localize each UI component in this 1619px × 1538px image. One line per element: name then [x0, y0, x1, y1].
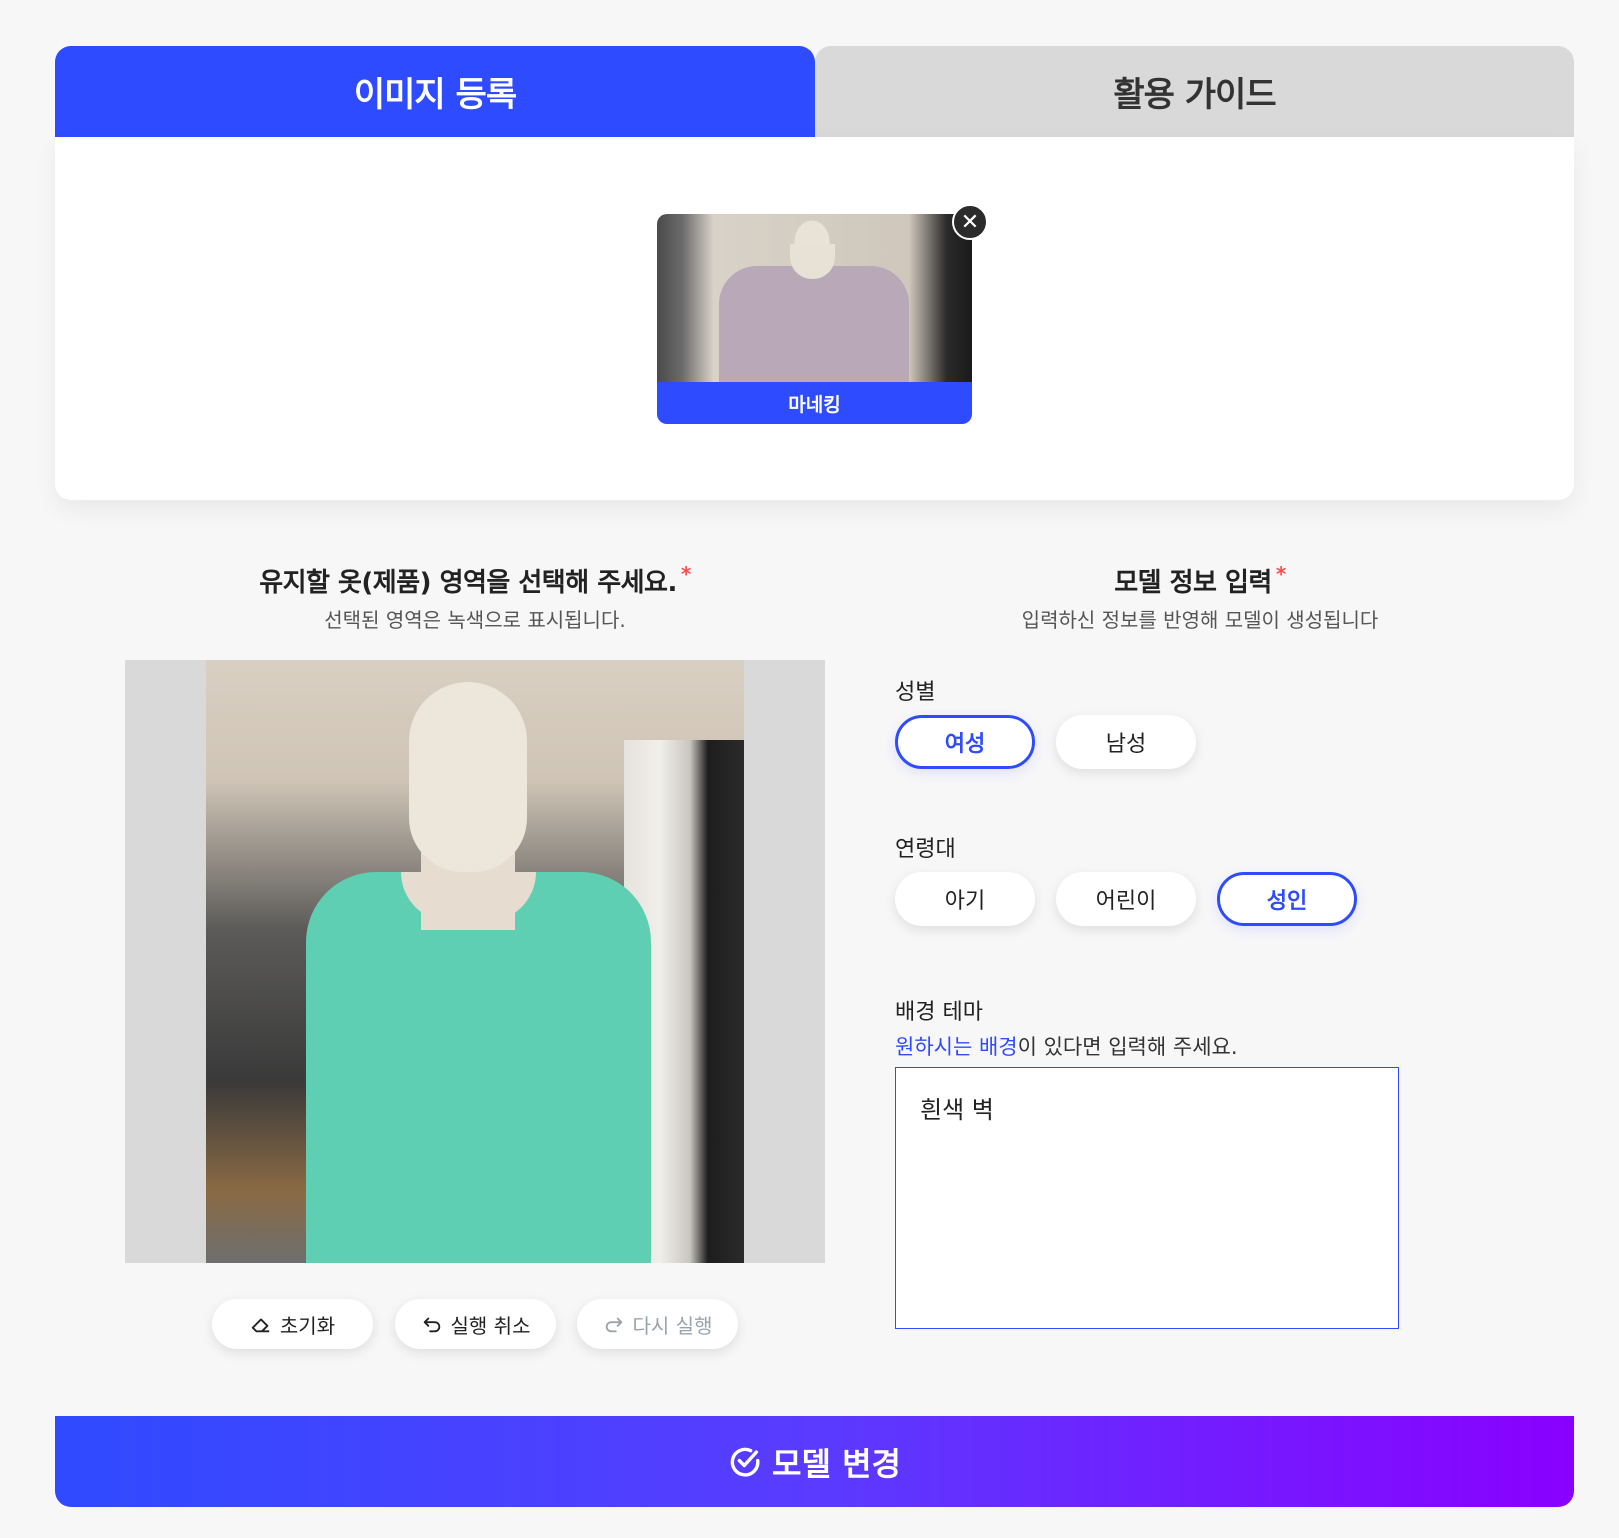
undo-icon	[423, 1317, 440, 1333]
check-circle-icon	[730, 1447, 760, 1477]
thumbnail-shirt	[719, 266, 909, 382]
gender-option-female[interactable]: 여성	[895, 715, 1035, 769]
redo-button[interactable]: 다시 실행	[577, 1299, 738, 1349]
mannequin-photo[interactable]	[206, 660, 744, 1263]
mannequin-head	[409, 682, 527, 872]
redo-label: 다시 실행	[632, 1313, 713, 1338]
background-label: 배경 테마	[895, 1000, 983, 1025]
background-hint-accent: 원하시는 배경	[895, 1035, 1018, 1059]
change-model-label: 모델 변경	[772, 1444, 901, 1483]
left-panel-subtitle: 선택된 영역은 녹색으로 표시됩니다.	[324, 608, 626, 632]
editor-section: 유지할 옷(제품) 영역을 선택해 주세요. * 선택된 영역은 녹색으로 표시됩…	[55, 500, 1574, 1415]
tab-bar: 이미지 등록 활용 가이드	[55, 46, 1574, 137]
tab-usage-guide[interactable]: 활용 가이드	[815, 46, 1574, 137]
change-model-button[interactable]: 모델 변경	[55, 1416, 1574, 1507]
background-hint-rest: 이 있다면 입력해 주세요.	[1017, 1035, 1238, 1059]
required-mark: *	[1275, 562, 1286, 586]
left-panel-title-text: 유지할 옷(제품) 영역을 선택해 주세요.	[259, 568, 677, 598]
remove-image-icon[interactable]: ✕	[952, 204, 988, 240]
selected-shirt-region	[306, 872, 651, 1263]
undo-button[interactable]: 실행 취소	[395, 1299, 556, 1349]
undo-label: 실행 취소	[450, 1313, 531, 1338]
right-panel-subtitle: 입력하신 정보를 반영해 모델이 생성됩니다	[1021, 608, 1379, 632]
eraser-icon	[251, 1318, 270, 1333]
background-theme-input[interactable]: 흰색 벽	[895, 1067, 1399, 1329]
background-hint: 원하시는 배경이 있다면 입력해 주세요.	[895, 1031, 1238, 1061]
upload-card: 마네킹 ✕	[55, 137, 1574, 500]
left-panel-title: 유지할 옷(제품) 영역을 선택해 주세요. *	[55, 562, 895, 599]
reset-label: 초기화	[279, 1313, 336, 1338]
main-container: 이미지 등록 활용 가이드 마네킹 ✕ 유지할 옷(제품) 영역을 선택해 주세…	[55, 46, 1574, 1415]
gender-label: 성별	[895, 680, 936, 705]
right-panel-title: 모델 정보 입력 *	[895, 562, 1505, 599]
reset-button[interactable]: 초기화	[212, 1299, 373, 1349]
selection-canvas[interactable]	[125, 660, 825, 1263]
gender-option-male[interactable]: 남성	[1056, 715, 1196, 769]
uploaded-thumbnail[interactable]: 마네킹	[657, 214, 972, 424]
right-panel-title-text: 모델 정보 입력	[1114, 568, 1272, 598]
thumbnail-label: 마네킹	[657, 382, 972, 424]
required-mark: *	[680, 562, 691, 586]
age-label: 연령대	[895, 837, 956, 862]
age-option-child[interactable]: 어린이	[1056, 872, 1196, 926]
age-option-adult[interactable]: 성인	[1217, 872, 1357, 926]
redo-icon	[605, 1317, 622, 1333]
age-option-baby[interactable]: 아기	[895, 872, 1035, 926]
tab-image-register[interactable]: 이미지 등록	[55, 46, 815, 137]
